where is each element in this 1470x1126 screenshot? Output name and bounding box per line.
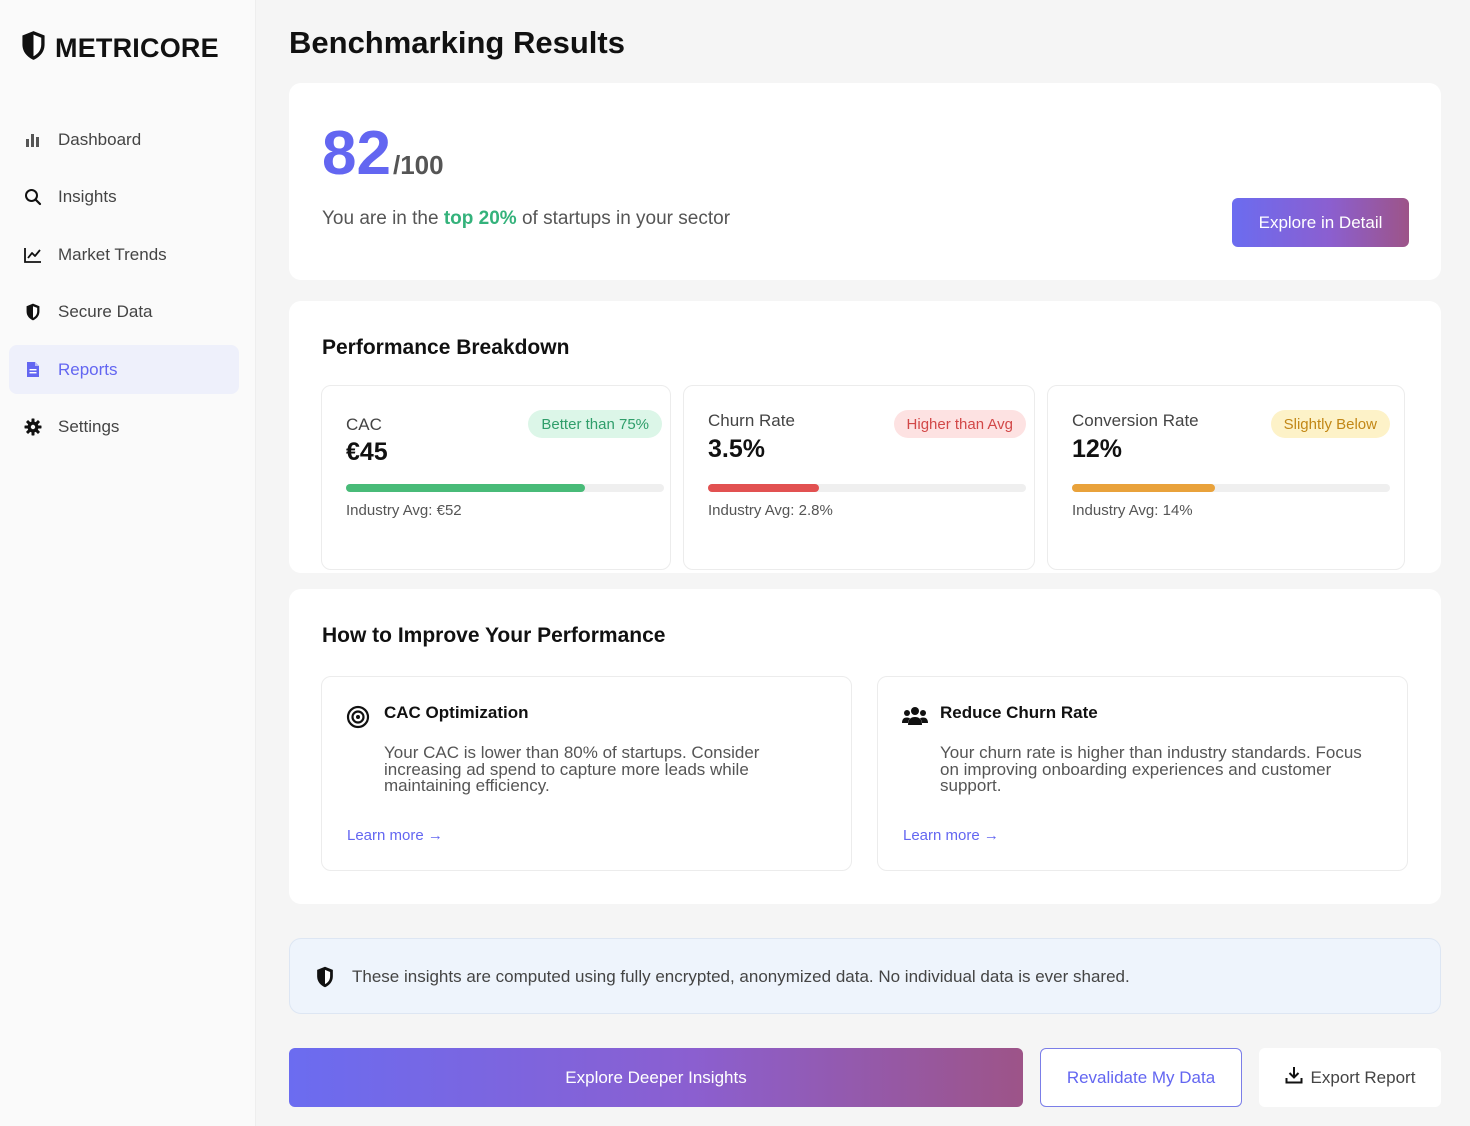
improve-performance-card: How to Improve Your Performance CAC Opti…	[289, 589, 1441, 904]
status-badge: Better than 75%	[528, 410, 662, 438]
tip-body: Your churn rate is higher than industry …	[940, 743, 1362, 795]
export-label: Export Report	[1310, 1067, 1416, 1087]
metric-name: Conversion Rate	[1072, 411, 1199, 430]
sidebar: METRICORE Dashboard Insights Market Tren…	[0, 0, 256, 1126]
sidebar-item-reports[interactable]: Reports	[9, 345, 239, 394]
performance-breakdown-card: Performance Breakdown CAC €45 Better tha…	[289, 301, 1441, 573]
section-title: How to Improve Your Performance	[322, 624, 666, 647]
sidebar-item-secure-data[interactable]: Secure Data	[9, 288, 239, 337]
logo[interactable]: METRICORE	[20, 30, 219, 66]
search-icon	[23, 187, 43, 207]
sidebar-item-settings[interactable]: Settings	[9, 403, 239, 452]
score-subtitle-suffix: of startups in your sector	[521, 208, 731, 229]
tip-title: CAC Optimization	[384, 703, 529, 722]
explore-deeper-insights-button[interactable]: Explore Deeper Insights	[289, 1048, 1023, 1107]
metric-name: CAC	[346, 415, 382, 434]
sidebar-item-label: Insights	[58, 187, 117, 206]
privacy-text: These insights are computed using fully …	[352, 967, 1130, 986]
tip-title: Reduce Churn Rate	[940, 703, 1098, 722]
download-icon	[1285, 1066, 1303, 1089]
revalidate-data-button[interactable]: Revalidate My Data	[1040, 1048, 1242, 1107]
users-icon	[902, 705, 928, 729]
tip-card-reduce-churn: Reduce Churn Rate Your churn rate is hig…	[877, 676, 1408, 871]
industry-average: Industry Avg: €52	[346, 502, 462, 519]
trend-line-icon	[23, 245, 43, 265]
tip-body: Your CAC is lower than 80% of startups. …	[384, 743, 760, 795]
learn-more-link[interactable]: Learn more →	[347, 827, 443, 844]
sidebar-item-market-trends[interactable]: Market Trends	[9, 230, 239, 279]
section-title: Performance Breakdown	[322, 336, 570, 359]
sidebar-item-label: Market Trends	[58, 244, 167, 264]
document-icon	[23, 360, 43, 380]
score-max: /100	[392, 150, 444, 180]
status-badge: Slightly Below	[1270, 410, 1390, 438]
status-badge: Higher than Avg	[893, 410, 1026, 438]
industry-average: Industry Avg: 2.8%	[708, 502, 833, 519]
shield-icon	[315, 966, 335, 993]
progress-fill	[346, 484, 585, 492]
metric-value: 12%	[1072, 435, 1123, 463]
sidebar-item-label: Reports	[58, 359, 118, 379]
app-name: METRICORE	[55, 32, 219, 63]
tip-card-cac-optimization: CAC Optimization Your CAC is lower than …	[321, 676, 852, 871]
score-highlight: top 20%	[443, 208, 517, 229]
metric-card-cac[interactable]: CAC €45 Better than 75% Industry Avg: €5…	[321, 385, 671, 570]
page-title: Benchmarking Results	[289, 25, 625, 60]
sidebar-item-label: Settings	[58, 417, 120, 436]
sidebar-item-dashboard[interactable]: Dashboard	[9, 115, 239, 164]
privacy-notice: These insights are computed using fully …	[289, 938, 1441, 1014]
shield-logo-icon	[20, 30, 47, 66]
gear-icon	[23, 417, 43, 437]
learn-more-link[interactable]: Learn more →	[903, 827, 999, 844]
score-card: 82 /100 You are in the top 20% of startu…	[289, 83, 1441, 280]
metric-value: €45	[346, 438, 388, 466]
metric-name: Churn Rate	[708, 411, 795, 430]
progress-bar	[708, 484, 1026, 492]
score-subtitle-prefix: You are in the	[322, 208, 439, 229]
target-icon	[346, 705, 370, 729]
sidebar-item-insights[interactable]: Insights	[9, 173, 239, 222]
progress-bar	[346, 484, 664, 492]
metric-card-churn-rate[interactable]: Churn Rate 3.5% Higher than Avg Industry…	[683, 385, 1035, 570]
industry-average: Industry Avg: 14%	[1072, 502, 1193, 519]
sidebar-item-label: Dashboard	[58, 129, 142, 149]
bar-chart-icon	[23, 130, 43, 150]
metric-value: 3.5%	[708, 435, 765, 463]
score-subtitle: You are in the top 20% of startups in yo…	[322, 208, 730, 230]
export-report-button[interactable]: Export Report	[1259, 1048, 1441, 1107]
sidebar-item-label: Secure Data	[58, 302, 153, 321]
score-value: 82 /100	[322, 123, 444, 185]
shield-icon	[23, 302, 43, 322]
explore-detail-button[interactable]: Explore in Detail	[1232, 198, 1409, 247]
progress-bar	[1072, 484, 1390, 492]
metric-card-conversion-rate[interactable]: Conversion Rate 12% Slightly Below Indus…	[1047, 385, 1405, 570]
score-number: 82	[322, 119, 391, 188]
progress-fill	[1072, 484, 1216, 492]
progress-fill	[708, 484, 820, 492]
sidebar-nav: Dashboard Insights Market Trends Secure …	[9, 115, 239, 460]
